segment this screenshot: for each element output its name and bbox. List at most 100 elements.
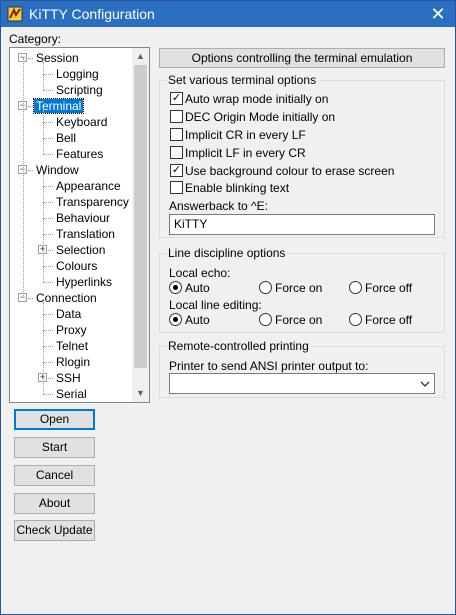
tree-item-label: Scripting [56,83,103,97]
local-echo-force-on-label: Force on [275,281,323,295]
local-editing-auto-label: Auto [185,313,210,327]
local-echo-auto-label: Auto [185,281,210,295]
tree-item-telnet[interactable]: Telnet [54,338,90,354]
tree-connector [43,138,53,139]
tree-item-label: Proxy [56,323,87,337]
dec-origin-checkbox[interactable] [170,110,183,123]
tree-guide-root [23,58,24,298]
tree-guide-branch [43,62,44,90]
printer-label: Printer to send ANSI printer output to: [169,359,369,373]
cancel-button[interactable]: Cancel [14,465,95,486]
tree-connector [43,266,53,267]
terminal-options-title: Set various terminal options [166,73,319,87]
tree-scrollbar[interactable]: ▲ ▼ [132,48,149,402]
tree-item-label: Colours [56,259,98,273]
tree-item-session[interactable]: Session [34,50,81,66]
kitty-config-window: KiTTY Configuration ✕ Category: Session −… [0,0,456,615]
open-button[interactable]: Open [14,409,95,430]
local-editing-auto-radio[interactable] [169,313,182,326]
tree-item-label: Rlogin [56,355,91,369]
tree-item-label: Appearance [56,179,121,193]
tree-item-selection[interactable]: Selection [54,242,107,258]
tree-item-logging[interactable]: Logging [54,66,101,82]
bg-erase-checkbox[interactable]: ✓ [170,164,183,177]
tree-connector [43,282,53,283]
tree-item-translation[interactable]: Translation [54,226,117,242]
tree-guide-branch [43,174,44,282]
close-button[interactable]: ✕ [421,1,455,27]
scroll-up-arrow-icon[interactable]: ▲ [132,48,149,65]
about-button[interactable]: About [14,493,95,514]
local-editing-force-on-label: Force on [275,313,323,327]
tree-item-label: Telnet [56,339,89,353]
blinking-text-checkbox[interactable] [170,181,183,194]
tree-item-hyperlinks[interactable]: Hyperlinks [54,274,114,290]
tree-item-colours[interactable]: Colours [54,258,99,274]
tree-connector [43,202,53,203]
printing-title: Remote-controlled printing [166,339,311,353]
tree-item-ssh[interactable]: SSH [54,370,83,386]
implicit-cr-label: Implicit CR in every LF [185,128,306,142]
tree-item-rlogin[interactable]: Rlogin [54,354,92,370]
tree-item-label: Terminal [32,98,85,114]
tree-item-label: Features [56,147,104,161]
local-editing-force-on-radio[interactable] [259,313,272,326]
tree-item-proxy[interactable]: Proxy [54,322,89,338]
tree-item-label: Keyboard [56,115,108,129]
tree-item-scripting[interactable]: Scripting [54,82,105,98]
blinking-text-label: Enable blinking text [185,181,290,195]
tree-connector [43,362,53,363]
category-label: Category: [9,32,62,46]
auto-wrap-label: Auto wrap mode initially on [185,92,329,106]
tree-item-appearance[interactable]: Appearance [54,178,123,194]
check-update-button[interactable]: Check Update [14,520,95,541]
tree-item-behaviour[interactable]: Behaviour [54,210,112,226]
tree-guide-branch [43,302,44,394]
local-editing-label: Local line editing: [169,298,262,312]
printer-select[interactable] [169,373,435,394]
answerback-input[interactable]: KiTTY [169,214,435,235]
answerback-label: Answerback to ^E: [169,199,269,213]
local-echo-force-on-radio[interactable] [259,281,272,294]
scroll-thumb[interactable] [134,65,147,368]
tree-item-label: Session [36,51,79,65]
title-bar[interactable]: KiTTY Configuration ✕ [1,1,455,27]
tree-item-label: Transparency [56,195,129,209]
line-discipline-title: Line discipline options [166,246,288,260]
tree-item-bell[interactable]: Bell [54,130,78,146]
tree-item-window[interactable]: Window [34,162,81,178]
tree-item-serial[interactable]: Serial [54,386,89,402]
tree-connector [43,330,53,331]
tree-item-label: Hyperlinks [56,275,113,289]
local-editing-force-off-label: Force off [365,313,413,327]
tree-item-transparency[interactable]: Transparency [54,194,131,210]
tree-item-label: Data [56,307,82,321]
local-editing-force-off-radio[interactable] [349,313,362,326]
tree-item-terminal[interactable]: Terminal [32,98,85,114]
tree-item-data[interactable]: Data [54,306,83,322]
tree-item-keyboard[interactable]: Keyboard [54,114,109,130]
implicit-lf-checkbox[interactable] [170,146,183,159]
category-tree[interactable]: Session − Logging Scripting Terminal − Keyboar… [9,47,150,403]
tree-item-label: Logging [56,67,99,81]
local-echo-force-off-label: Force off [365,281,413,295]
tree-connector [43,154,53,155]
tree-item-label: Behaviour [56,211,111,225]
tree-item-features[interactable]: Features [54,146,105,162]
start-button[interactable]: Start [14,437,95,458]
tree-item-label: Bell [56,131,77,145]
scroll-down-arrow-icon[interactable]: ▼ [132,385,149,402]
tree-connector [43,186,53,187]
local-echo-force-off-radio[interactable] [349,281,362,294]
tree-connector [43,122,53,123]
auto-wrap-checkbox[interactable]: ✓ [170,92,183,105]
tree-item-label: SSH [56,371,81,385]
local-echo-label: Local echo: [169,266,231,280]
dec-origin-label: DEC Origin Mode initially on [185,110,336,124]
chevron-down-icon[interactable] [419,377,431,391]
implicit-cr-checkbox[interactable] [170,128,183,141]
panel-header: Options controlling the terminal emulati… [159,48,445,68]
tree-guide-branch [43,110,44,154]
local-echo-auto-radio[interactable] [169,281,182,294]
tree-item-label: Translation [56,227,115,241]
